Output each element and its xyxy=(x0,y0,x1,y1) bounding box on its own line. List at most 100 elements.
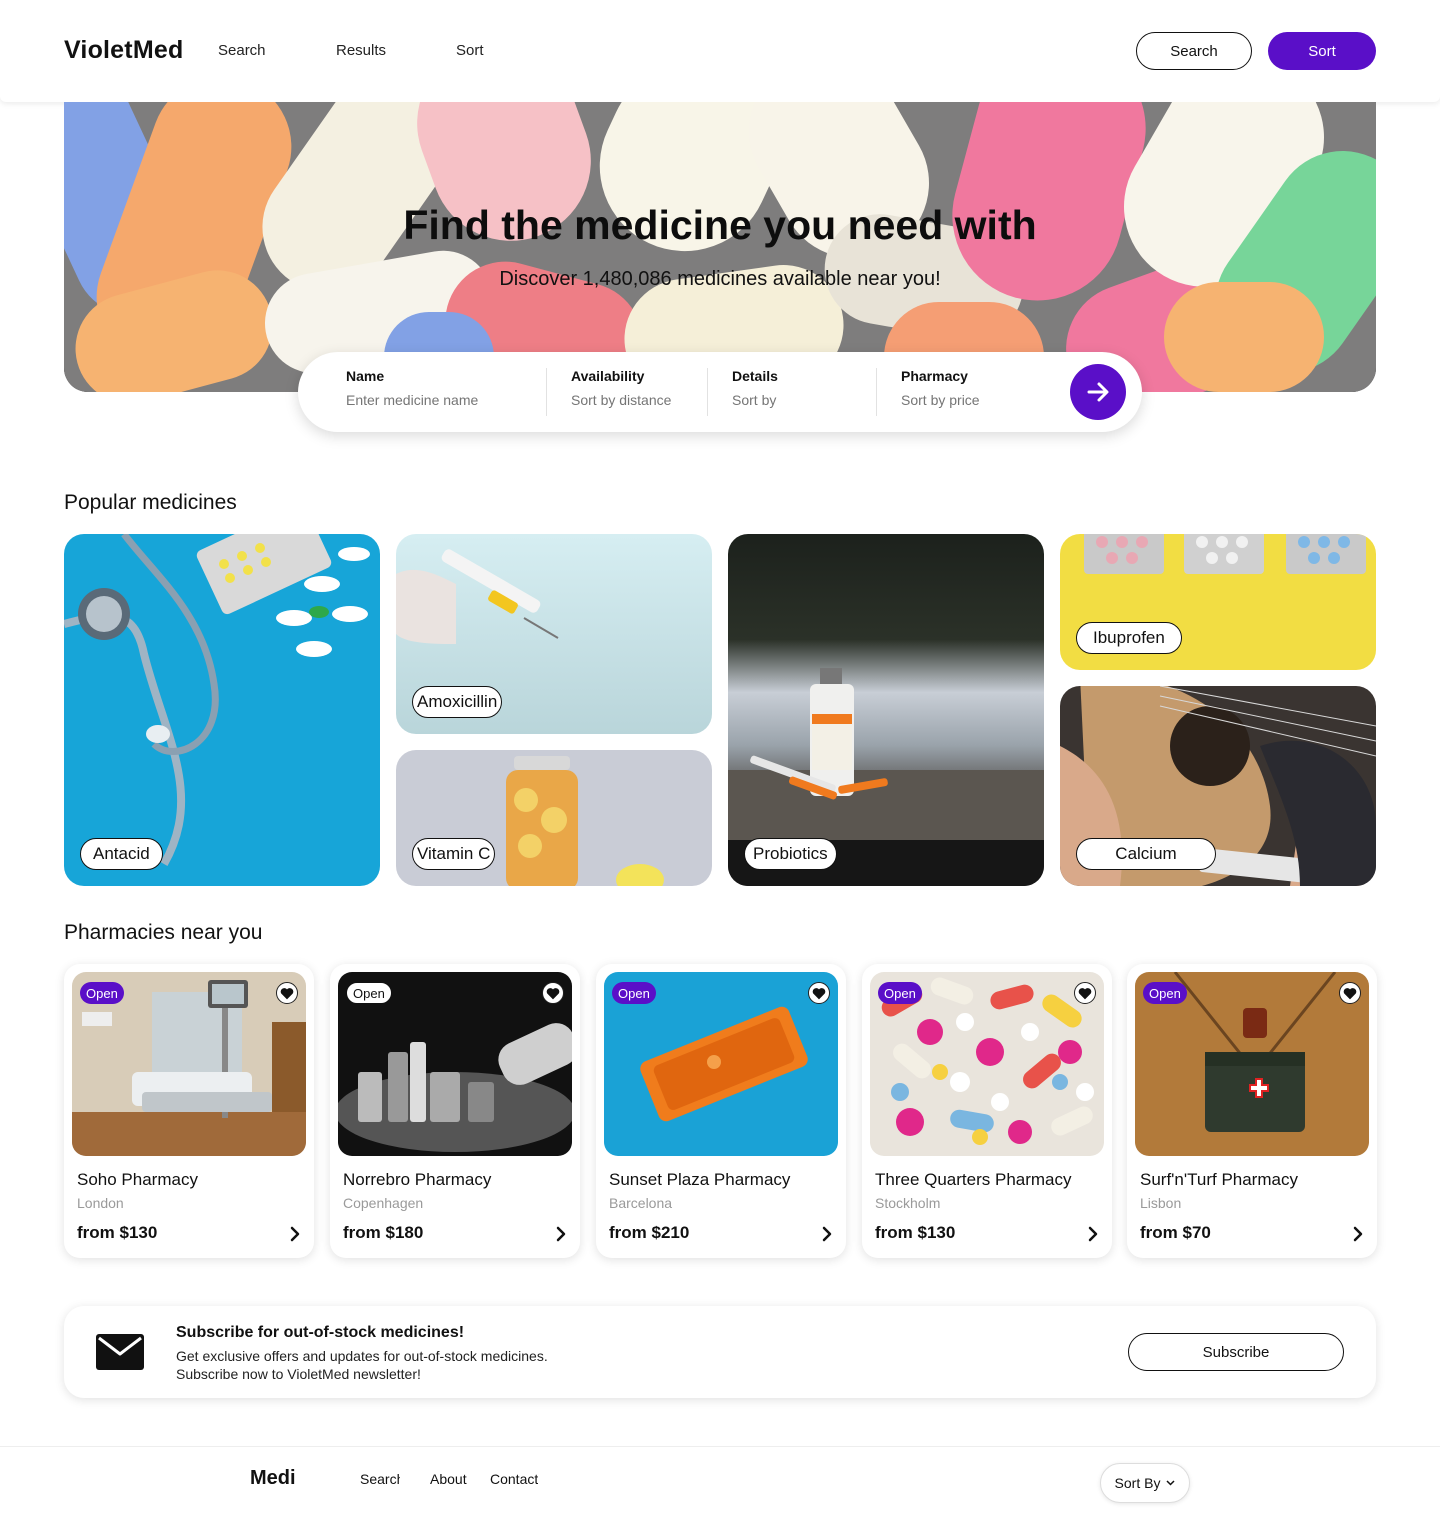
field-divider xyxy=(546,368,547,416)
footer-link-about[interactable]: About xyxy=(430,1471,470,1491)
pharmacy-name: Surf'n'Turf Pharmacy xyxy=(1140,1170,1298,1189)
availability-input[interactable] xyxy=(571,392,701,408)
details-input[interactable] xyxy=(732,392,872,408)
pharmacy-card[interactable]: Open Three Quarters Pharmacy Stockholm f… xyxy=(862,964,1112,1258)
pharmacy-card[interactable]: Open Surf'n'Turf Pharmacy Lisbon from $7… xyxy=(1127,964,1377,1258)
pharmacies-heading: Pharmacies near you xyxy=(64,921,263,944)
pharmacy-city: Copenhagen xyxy=(343,1195,424,1211)
pharmacy-card[interactable]: Open Soho Pharmacy London from $130 xyxy=(64,964,314,1258)
pharmacy-image: Open xyxy=(1135,972,1369,1156)
pharmacy-price: from $130 xyxy=(875,1223,956,1242)
footer: Medi Search About Contact Sort By xyxy=(0,1446,1440,1516)
chevron-right-icon[interactable] xyxy=(822,1226,832,1242)
medicine-tile-ibuprofen[interactable]: Ibuprofen xyxy=(1060,534,1376,670)
open-status-badge: Open xyxy=(80,982,124,1004)
heart-icon xyxy=(546,987,560,999)
envelope-icon xyxy=(96,1334,144,1370)
pharmacy-city: Stockholm xyxy=(875,1195,941,1211)
top-navbar: VioletMed Search Results Sort Search Sor… xyxy=(0,0,1440,102)
nav-link-search[interactable]: Search xyxy=(218,42,266,59)
footer-link-contact[interactable]: Contact xyxy=(490,1471,538,1491)
brand-logo[interactable]: VioletMed xyxy=(64,36,183,65)
pharmacy-price: from $210 xyxy=(609,1223,690,1242)
hero-subtitle: Discover 1,480,086 medicines available n… xyxy=(499,268,941,290)
insulin-vial-image xyxy=(728,534,1044,886)
pharmacy-image: Open xyxy=(604,972,838,1156)
medicine-search-panel: Name Availability Details Pharmacy xyxy=(298,352,1142,432)
pharmacy-image: Open xyxy=(870,972,1104,1156)
hero-banner: Find the medicine you need with Discover… xyxy=(64,102,1376,392)
pharmacy-price: from $180 xyxy=(343,1223,424,1242)
medicine-tile-vitamin-c[interactable]: Vitamin C xyxy=(396,750,712,886)
heart-icon xyxy=(812,987,826,999)
arrow-right-icon xyxy=(1087,382,1109,402)
medicine-tile-antacid[interactable]: Antacid xyxy=(64,534,380,886)
favorite-heart-button[interactable] xyxy=(808,982,830,1004)
chevron-right-icon[interactable] xyxy=(1353,1226,1363,1242)
sort-by-label: Sort By xyxy=(1114,1475,1161,1491)
pharmacy-field[interactable]: Pharmacy xyxy=(901,368,1051,416)
pharmacy-name: Soho Pharmacy xyxy=(77,1170,198,1189)
medicine-label: Amoxicillin xyxy=(412,686,503,718)
medicine-tile-amoxicillin[interactable]: Amoxicillin xyxy=(396,534,712,734)
favorite-heart-button[interactable] xyxy=(1074,982,1096,1004)
pharmacy-card[interactable]: Open Norrebro Pharmacy Copenhagen from $… xyxy=(330,964,580,1258)
heart-icon xyxy=(1343,987,1357,999)
favorite-heart-button[interactable] xyxy=(1339,982,1361,1004)
header-search-button[interactable]: Search xyxy=(1136,32,1252,70)
heart-icon xyxy=(1078,987,1092,999)
details-field-label: Details xyxy=(732,368,778,384)
pharmacy-city: Lisbon xyxy=(1140,1195,1182,1211)
pharmacy-field-label: Pharmacy xyxy=(901,368,968,384)
footer-link-search[interactable]: Search xyxy=(360,1471,400,1491)
chevron-right-icon[interactable] xyxy=(290,1226,300,1242)
medicine-tile-probiotics[interactable]: Probiotics xyxy=(728,534,1044,886)
pharmacy-price: from $130 xyxy=(77,1223,158,1242)
open-status-badge: Open xyxy=(1143,982,1187,1004)
pharmacy-city: Barcelona xyxy=(609,1195,673,1211)
field-divider xyxy=(707,368,708,416)
nav-link-results[interactable]: Results xyxy=(336,42,386,59)
footer-logo[interactable]: Medi xyxy=(250,1467,302,1490)
chevron-right-icon[interactable] xyxy=(1088,1226,1098,1242)
name-field[interactable]: Name xyxy=(346,368,536,416)
sort-by-dropdown[interactable]: Sort By xyxy=(1100,1463,1190,1503)
details-field[interactable]: Details xyxy=(732,368,872,416)
field-divider xyxy=(876,368,877,416)
medicine-label: Vitamin C xyxy=(412,838,496,870)
pharmacy-name: Norrebro Pharmacy xyxy=(343,1170,492,1189)
favorite-heart-button[interactable] xyxy=(542,982,564,1004)
pharmacy-city: London xyxy=(77,1195,124,1211)
nav-link-sort[interactable]: Sort xyxy=(456,42,484,59)
newsletter-title: Subscribe for out-of-stock medicines! xyxy=(176,1324,465,1341)
medicine-tile-calcium[interactable]: Calcium xyxy=(1060,686,1376,886)
open-status-badge: Open xyxy=(612,982,656,1004)
favorite-heart-button[interactable] xyxy=(276,982,298,1004)
newsletter-box: Subscribe for out-of-stock medicines! Ge… xyxy=(64,1306,1376,1398)
pharmacy-image: Open xyxy=(72,972,306,1156)
name-field-label: Name xyxy=(346,368,385,384)
availability-field-label: Availability xyxy=(571,368,645,384)
chevron-down-icon xyxy=(1166,1480,1175,1486)
medicine-label: Ibuprofen xyxy=(1076,622,1182,654)
chevron-right-icon[interactable] xyxy=(556,1226,566,1242)
medicine-label: Probiotics xyxy=(744,838,837,870)
heart-icon xyxy=(280,987,294,999)
medicine-label: Antacid xyxy=(80,838,163,870)
search-submit-button[interactable] xyxy=(1070,364,1126,420)
pharmacy-name: Sunset Plaza Pharmacy xyxy=(609,1170,791,1189)
subscribe-button[interactable]: Subscribe xyxy=(1128,1333,1344,1371)
pharmacy-input[interactable] xyxy=(901,392,1051,408)
popular-medicines-heading: Popular medicines xyxy=(64,491,237,514)
pharmacy-price: from $70 xyxy=(1140,1223,1211,1242)
hero-title: Find the medicine you need with xyxy=(403,202,1037,248)
newsletter-line: Subscribe now to VioletMed newsletter! xyxy=(176,1366,421,1382)
newsletter-description: Get exclusive offers and updates for out… xyxy=(176,1347,656,1383)
medicine-name-input[interactable] xyxy=(346,392,536,408)
medicine-label: Calcium xyxy=(1076,838,1216,870)
availability-field[interactable]: Availability xyxy=(571,368,701,416)
open-status-badge: Open xyxy=(346,982,392,1004)
open-status-badge: Open xyxy=(878,982,922,1004)
pharmacy-card[interactable]: Open Sunset Plaza Pharmacy Barcelona fro… xyxy=(596,964,846,1258)
header-sort-button[interactable]: Sort xyxy=(1268,32,1376,70)
